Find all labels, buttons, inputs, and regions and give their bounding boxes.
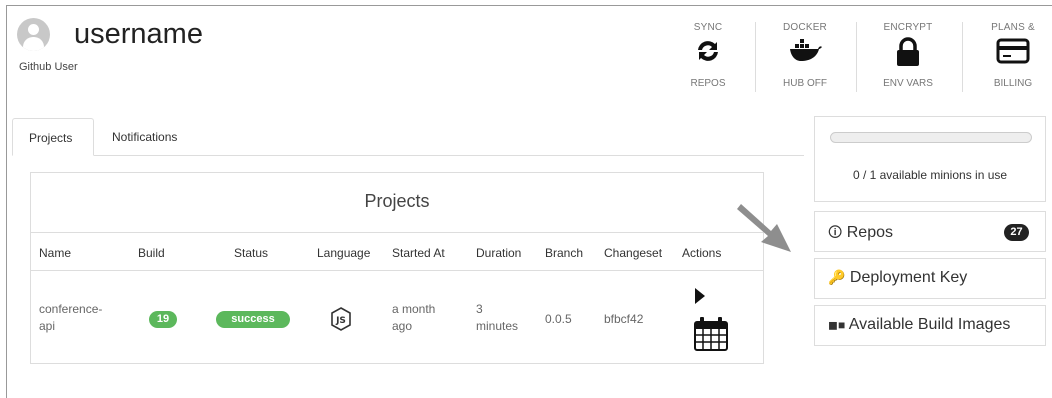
docker-label-bottom: HUB OFF [783, 78, 827, 89]
status-badge: success [216, 311, 290, 328]
branch-cell: 0.0.5 [545, 312, 572, 326]
project-name-line: api [39, 319, 56, 333]
duration-line: 3 [476, 302, 483, 316]
account-type-label: Github User [19, 61, 78, 73]
plans-label-bottom: BILLING [993, 78, 1033, 89]
encrypt-label-bottom: ENV VARS [883, 78, 933, 89]
header-divider [962, 22, 963, 92]
username-heading: username [74, 18, 203, 50]
sync-label-bottom: REPOS [690, 78, 726, 89]
column-header-changeset[interactable]: Changeset [604, 246, 662, 260]
started-at-line: a month [392, 302, 436, 316]
projects-panel: Projects Name Build Status Language Star… [30, 172, 764, 364]
sync-icon [694, 37, 722, 68]
encrypt-label-top: ENCRYPT [883, 22, 933, 33]
play-icon[interactable] [694, 287, 706, 310]
projects-title: Projects [364, 191, 430, 211]
calendar-icon[interactable] [694, 315, 728, 356]
build-number-badge[interactable]: 19 [149, 311, 177, 328]
column-header-status[interactable]: Status [234, 246, 268, 260]
column-header-name[interactable]: Name [39, 246, 71, 260]
docker-label-top: DOCKER [783, 22, 827, 33]
minions-progress-bar [830, 132, 1032, 143]
duration-line: minutes [476, 319, 519, 333]
project-name-line: conference- [39, 302, 103, 316]
sidebar-item-deployment-key[interactable]: 🔑 Deployment Key [814, 258, 1046, 299]
lock-icon [895, 37, 921, 70]
pointer-arrow-icon [737, 198, 799, 259]
column-header-actions: Actions [682, 246, 722, 260]
repos-label: Repos [846, 224, 893, 241]
build-images-icon: ◼■ [828, 318, 846, 332]
column-header-build[interactable]: Build [138, 246, 165, 260]
encrypt-env-vars-button[interactable]: ENCRYPT ENV VARS [874, 22, 942, 96]
column-header-language[interactable]: Language [317, 246, 370, 260]
deployment-key-label: Deployment Key [849, 269, 968, 286]
column-header-duration[interactable]: Duration [476, 246, 521, 260]
plans-billing-button[interactable]: PLANS & BILLING [982, 22, 1044, 96]
avatar[interactable] [17, 18, 50, 51]
docker-icon [788, 37, 822, 66]
tab-projects[interactable]: Projects [12, 118, 94, 156]
column-header-started-at[interactable]: Started At [392, 246, 445, 260]
column-header-branch[interactable]: Branch [545, 246, 583, 260]
minions-card: 0 / 1 available minions in use [814, 116, 1046, 202]
header-divider [856, 22, 857, 92]
sync-label-top: SYNC [693, 22, 723, 33]
project-name-link[interactable]: conference- api [39, 301, 102, 335]
table-divider [31, 232, 763, 233]
table-divider [31, 270, 763, 271]
repos-count-badge: 27 [1004, 224, 1029, 241]
changeset-cell: bfbcf42 [604, 312, 644, 326]
svg-text:JS: JS [335, 316, 346, 326]
header-divider [755, 22, 756, 92]
minions-status-text: 0 / 1 available minions in use [852, 168, 1008, 182]
started-at-line: ago [392, 319, 413, 333]
sidebar-item-repos[interactable]: 🛈 Repos 27 [814, 211, 1046, 252]
book-icon: 🛈 [828, 224, 843, 240]
build-images-label: Available Build Images [848, 316, 1011, 333]
sync-repos-button[interactable]: SYNC REPOS [680, 22, 736, 96]
key-icon: 🔑 [828, 269, 846, 285]
started-at-cell: a month ago [392, 301, 435, 335]
repos-link[interactable]: 🛈 Repos [828, 222, 893, 246]
deployment-key-link[interactable]: 🔑 Deployment Key [828, 269, 967, 287]
sidebar-item-build-images[interactable]: ◼■ Available Build Images [814, 305, 1046, 346]
credit-card-icon [996, 37, 1030, 68]
docker-hub-button[interactable]: DOCKER HUB OFF [774, 22, 836, 96]
build-images-link[interactable]: ◼■ Available Build Images [828, 316, 1010, 334]
plans-label-top: PLANS & [991, 22, 1035, 33]
duration-cell: 3 minutes [476, 301, 518, 335]
tab-notifications[interactable]: Notifications [100, 118, 200, 156]
nodejs-icon: JS [330, 307, 352, 336]
